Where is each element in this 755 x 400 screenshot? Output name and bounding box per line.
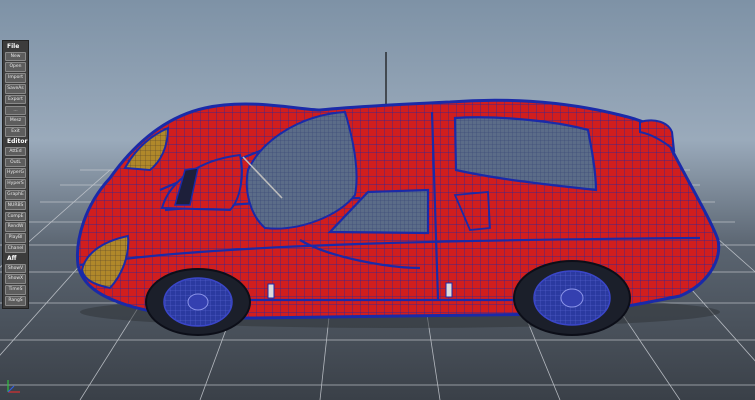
menu-button[interactable]: Export xyxy=(5,94,26,105)
menu-button[interactable]: RangS xyxy=(5,296,26,306)
menu-button[interactable]: ... xyxy=(5,105,26,116)
menu-button[interactable]: ShowX xyxy=(5,274,26,285)
menu-section-title: Aff xyxy=(7,255,17,263)
menu-button[interactable]: ShowV xyxy=(5,263,26,274)
rear-handle xyxy=(445,282,453,298)
3d-viewport[interactable] xyxy=(0,0,755,400)
menu-button[interactable]: Import xyxy=(5,73,26,83)
menu-section-title: File xyxy=(7,43,20,50)
menu-button[interactable]: RendW xyxy=(5,222,26,232)
menu-button[interactable]: SaveAs xyxy=(5,83,26,94)
menu-button[interactable]: GraphE xyxy=(5,189,26,200)
menu-button[interactable]: OutL xyxy=(5,157,26,168)
menu-section-title: Editor xyxy=(7,138,28,146)
shelf-menu: File New Open Import SaveAs Export... Mesz Exit… xyxy=(2,40,29,310)
menu-button[interactable]: Open xyxy=(5,62,26,72)
menu-button[interactable]: HyperG xyxy=(5,168,26,178)
menu-button[interactable]: PlayBl xyxy=(5,233,26,243)
menu-button[interactable]: New xyxy=(5,51,26,62)
axis-indicator-icon xyxy=(7,380,20,393)
menu-button[interactable]: CompE xyxy=(5,211,26,222)
menu-button[interactable]: Mesz xyxy=(5,116,26,126)
menu-button[interactable]: TimeS xyxy=(5,285,26,295)
door-handle xyxy=(267,283,275,299)
menu-button[interactable]: Exit xyxy=(5,127,26,137)
menu-button[interactable]: NURBS xyxy=(5,200,26,211)
menu-button[interactable]: HyperS xyxy=(5,179,26,189)
menu-button[interactable]: Chanel xyxy=(5,243,26,254)
front-wheel[interactable] xyxy=(145,268,251,336)
rear-wheel[interactable] xyxy=(513,260,631,336)
menu-button[interactable]: AttEd xyxy=(5,146,26,157)
